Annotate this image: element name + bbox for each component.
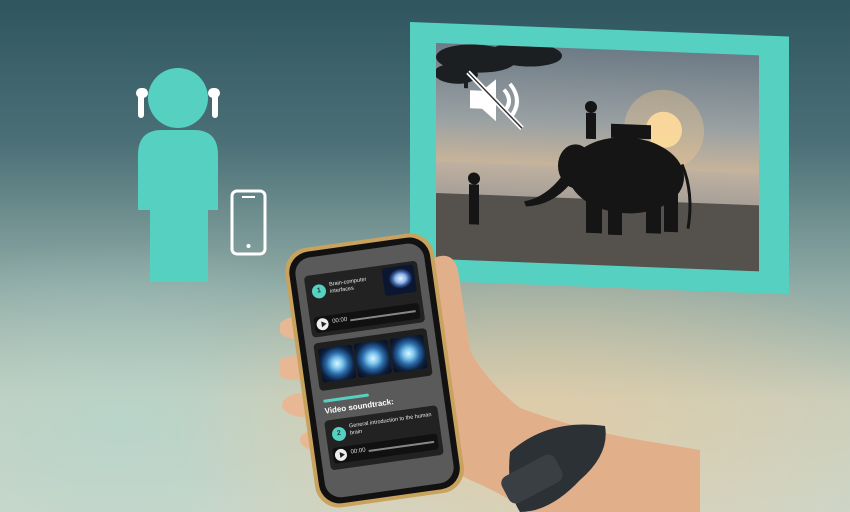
audio-player-1: 00:00 <box>313 302 421 334</box>
audio-card-2-title: General introduction to the human brain <box>348 411 432 437</box>
speaker-muted-icon <box>466 70 524 131</box>
phone-screen[interactable]: 1 Brain-computer interfaces 00:00 Video … <box>293 241 456 500</box>
audio-progress-track-1[interactable] <box>350 310 416 322</box>
audio-time-1: 00:00 <box>331 316 348 325</box>
audio-card-2: 2 General introduction to the human brai… <box>322 391 445 480</box>
brain-thumbnail-image <box>381 264 418 297</box>
brain-scan-image <box>318 344 357 383</box>
audio-player-2: 00:00 <box>331 433 440 464</box>
audio-card-1: 1 Brain-computer interfaces 00:00 <box>303 260 426 338</box>
brain-scan-image <box>389 334 428 373</box>
smartphone-icon <box>230 189 267 256</box>
person-with-earbuds-icon <box>136 68 267 282</box>
brain-scan-row <box>313 327 433 392</box>
audio-progress-track-2[interactable] <box>368 440 435 453</box>
play-button-2[interactable] <box>334 448 348 462</box>
audio-card-1-title: Brain-computer interfaces <box>328 276 367 295</box>
step-badge-1: 1 <box>311 283 327 300</box>
play-button-1[interactable] <box>315 317 330 331</box>
video-screen[interactable] <box>436 42 759 272</box>
scene: 1 Brain-computer interfaces 00:00 Video … <box>0 0 850 512</box>
brain-scan-image <box>353 339 393 378</box>
step-badge-2: 2 <box>331 426 347 442</box>
audio-time-2: 00:00 <box>350 447 367 456</box>
